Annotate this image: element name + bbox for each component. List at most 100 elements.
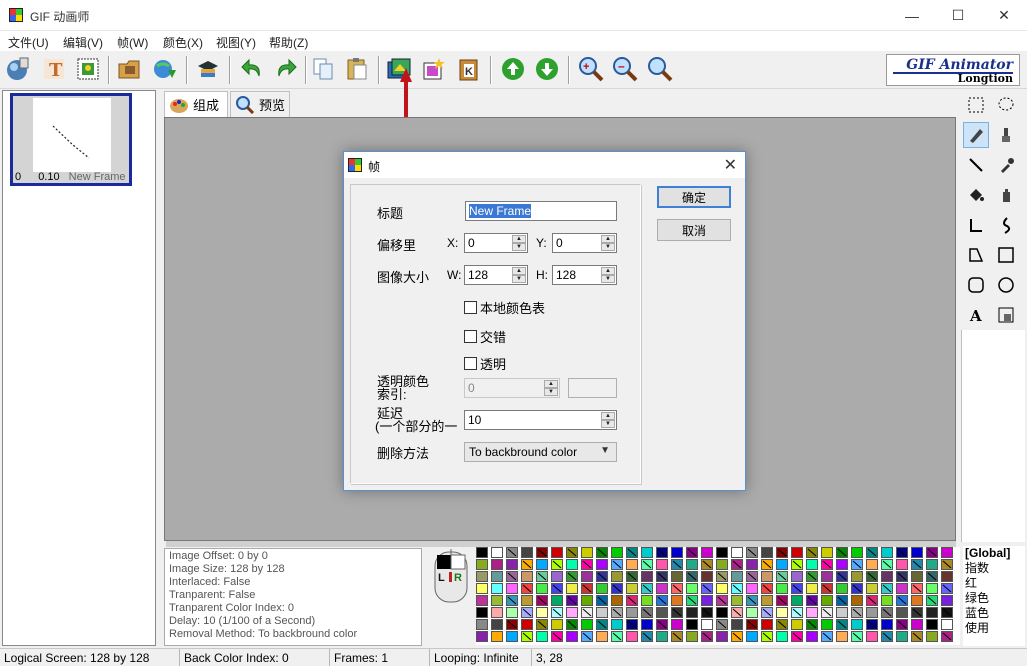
palette-swatch[interactable] (686, 607, 698, 618)
palette-swatch[interactable] (611, 607, 623, 618)
palette-swatch[interactable] (611, 559, 623, 570)
palette-swatch[interactable] (611, 631, 623, 642)
palette-swatch[interactable] (851, 547, 863, 558)
palette-swatch[interactable] (746, 595, 758, 606)
minimize-button[interactable]: — (889, 0, 935, 31)
palette-swatch[interactable] (926, 547, 938, 558)
palette-swatch[interactable] (536, 559, 548, 570)
palette-swatch[interactable] (896, 571, 908, 582)
palette-swatch[interactable] (731, 619, 743, 630)
clipboard-frame-icon[interactable]: K (454, 54, 484, 84)
palette-swatch[interactable] (746, 571, 758, 582)
palette-swatch[interactable] (536, 619, 548, 630)
palette-swatch[interactable] (896, 595, 908, 606)
palette-swatch[interactable] (806, 547, 818, 558)
save-globe-icon[interactable] (150, 54, 180, 84)
palette-swatch[interactable] (506, 583, 518, 594)
move-up-icon[interactable] (498, 54, 528, 84)
palette-swatch[interactable] (776, 607, 788, 618)
palette-swatch[interactable] (881, 547, 893, 558)
interlace-checkbox[interactable]: 交错 (464, 327, 506, 346)
open-folder-icon[interactable] (115, 54, 145, 84)
palette-swatch[interactable] (491, 619, 503, 630)
palette-swatch[interactable] (731, 583, 743, 594)
curve-icon[interactable] (993, 212, 1019, 238)
palette-swatch[interactable] (776, 631, 788, 642)
image-stamp-icon[interactable] (73, 54, 103, 84)
polyline-icon[interactable] (963, 212, 989, 238)
menu-frame[interactable]: 帧(W) (117, 34, 148, 51)
palette-swatch[interactable] (941, 571, 953, 582)
removal-method-select[interactable]: To backbround color ▼ (464, 442, 617, 462)
palette-swatch[interactable] (836, 619, 848, 630)
palette-swatch[interactable] (926, 583, 938, 594)
palette-swatch[interactable] (731, 559, 743, 570)
palette-swatch[interactable] (866, 583, 878, 594)
palette-swatch[interactable] (791, 595, 803, 606)
palette-swatch[interactable] (566, 607, 578, 618)
palette-swatch[interactable] (626, 571, 638, 582)
palette-swatch[interactable] (686, 571, 698, 582)
wizard-icon[interactable] (193, 54, 223, 84)
palette-swatch[interactable] (881, 583, 893, 594)
palette-swatch[interactable] (896, 607, 908, 618)
palette-swatch[interactable] (896, 583, 908, 594)
palette-swatch[interactable] (911, 571, 923, 582)
palette-swatch[interactable] (581, 571, 593, 582)
palette-swatch[interactable] (911, 631, 923, 642)
offset-x-spinner[interactable]: 0 ▲ ▼ (464, 233, 528, 253)
palette-swatch[interactable] (566, 619, 578, 630)
palette-swatch[interactable] (776, 571, 788, 582)
palette-swatch[interactable] (806, 583, 818, 594)
palette-swatch[interactable] (671, 619, 683, 630)
palette-swatch[interactable] (476, 631, 488, 642)
palette-swatch[interactable] (521, 547, 533, 558)
palette-swatch[interactable] (836, 583, 848, 594)
palette-swatch[interactable] (851, 571, 863, 582)
palette-swatch[interactable] (806, 607, 818, 618)
menu-edit[interactable]: 编辑(V) (63, 34, 103, 51)
palette-swatch[interactable] (686, 559, 698, 570)
palette-swatch[interactable] (896, 559, 908, 570)
palette-swatch[interactable] (761, 571, 773, 582)
palette-swatch[interactable] (626, 631, 638, 642)
palette-swatch[interactable] (566, 631, 578, 642)
paste-icon[interactable] (342, 54, 372, 84)
palette-swatch[interactable] (611, 547, 623, 558)
palette-swatch[interactable] (791, 619, 803, 630)
palette-swatch[interactable] (941, 607, 953, 618)
palette-swatch[interactable] (566, 595, 578, 606)
palette-swatch[interactable] (491, 583, 503, 594)
palette-swatch[interactable] (551, 619, 563, 630)
palette-swatch[interactable] (866, 559, 878, 570)
palette-swatch[interactable] (521, 619, 533, 630)
palette-swatch[interactable] (506, 607, 518, 618)
palette-swatch[interactable] (491, 595, 503, 606)
palette-swatch[interactable] (761, 619, 773, 630)
palette-swatch[interactable] (776, 619, 788, 630)
cancel-button[interactable]: 取消 (657, 219, 731, 241)
menu-view[interactable]: 视图(Y) (216, 34, 256, 51)
palette-swatch[interactable] (731, 595, 743, 606)
palette-swatch[interactable] (476, 619, 488, 630)
pencil-icon[interactable] (963, 122, 989, 148)
palette-swatch[interactable] (611, 583, 623, 594)
palette-swatch[interactable] (791, 607, 803, 618)
palette-swatch[interactable] (821, 619, 833, 630)
palette-swatch[interactable] (776, 595, 788, 606)
palette-swatch[interactable] (641, 607, 653, 618)
palette-swatch[interactable] (656, 571, 668, 582)
palette-swatch[interactable] (881, 571, 893, 582)
palette-swatch[interactable] (746, 547, 758, 558)
transparent-index-spinner[interactable]: 0 ▲ ▼ (464, 378, 560, 398)
palette-swatch[interactable] (566, 559, 578, 570)
palette-swatch[interactable] (476, 571, 488, 582)
palette-swatch[interactable] (521, 559, 533, 570)
text-tool-icon[interactable]: T (39, 54, 69, 84)
palette-swatch[interactable] (476, 595, 488, 606)
add-frame-icon[interactable] (419, 54, 449, 84)
palette-swatch[interactable] (671, 559, 683, 570)
palette-swatch[interactable] (536, 595, 548, 606)
palette-swatch[interactable] (746, 607, 758, 618)
palette-swatch[interactable] (641, 631, 653, 642)
